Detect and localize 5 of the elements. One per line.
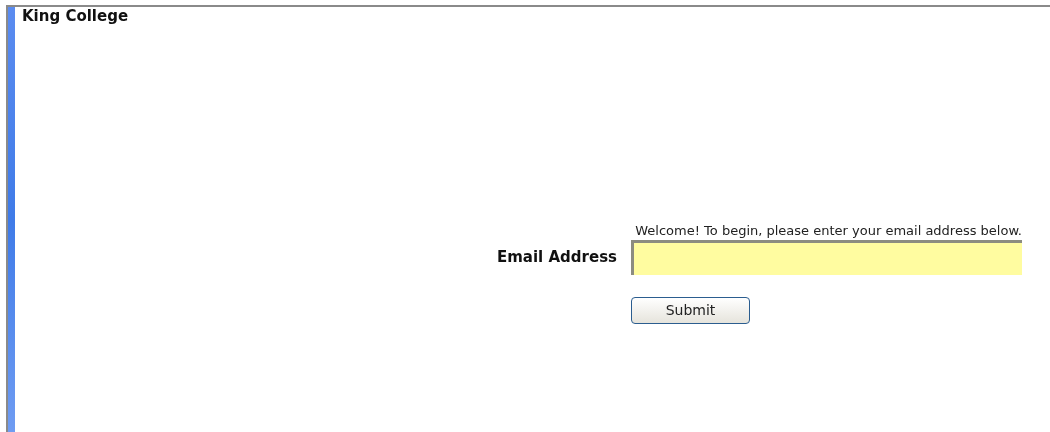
- site-title: King College: [22, 7, 129, 25]
- email-field[interactable]: [631, 240, 1022, 275]
- email-label: Email Address: [497, 247, 617, 269]
- submit-button[interactable]: Submit: [631, 297, 750, 324]
- welcome-text: Welcome! To begin, please enter your email address below.: [635, 222, 1022, 239]
